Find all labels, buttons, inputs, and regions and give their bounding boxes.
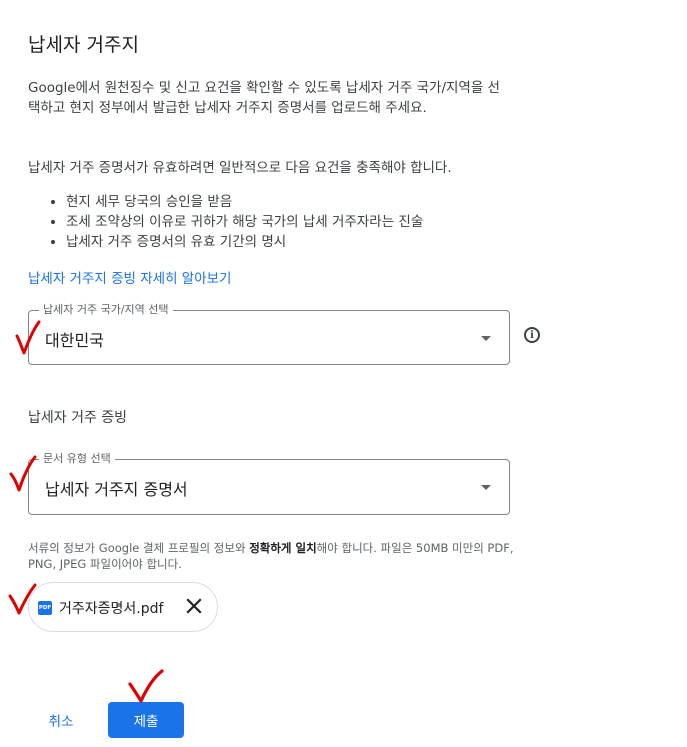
country-select-value: 대한민국 (45, 331, 104, 350)
document-type-label: 문서 유형 선택 (39, 451, 115, 467)
file-name: 거주자증명서.pdf (59, 601, 164, 617)
file-requirements-note: 서류의 정보가 Google 결제 프로필의 정보와 정확하게 일치해야 합니다… (28, 540, 518, 572)
document-type-select[interactable]: 문서 유형 선택 납세자 거주지 증명서 (28, 451, 510, 515)
document-type-value: 납세자 거주지 증명서 (45, 480, 188, 499)
learn-more-link[interactable]: 납세자 거주지 증빙 자세히 알아보기 (28, 267, 231, 287)
requirement-item: 납세자 거주 증명서의 유효 기간의 명시 (66, 232, 423, 252)
proof-section-title: 납세자 거주 증빙 (28, 410, 128, 426)
country-select-label: 납세자 거주 국가/지역 선택 (39, 302, 173, 318)
info-icon[interactable]: i (524, 327, 540, 343)
dropdown-arrow-icon (481, 335, 491, 341)
country-select[interactable]: 납세자 거주 국가/지역 선택 대한민국 (28, 302, 510, 365)
close-icon[interactable] (184, 596, 204, 616)
intro-text: Google에서 원천징수 및 신고 요건을 확인할 수 있도록 납세자 거주 … (28, 80, 500, 116)
check-mark-annotation (128, 669, 164, 703)
requirements-list: 현지 세무 당국의 승인을 받음 조세 조약상의 이유로 귀하가 해당 국가의 … (48, 192, 423, 252)
note-prefix: 서류의 정보가 Google 결제 프로필의 정보와 (28, 541, 250, 555)
requirements-intro: 납세자 거주 증명서가 유효하려면 일반적으로 다음 요건을 충족해야 합니다. (28, 160, 452, 176)
pdf-file-icon: PDF (38, 601, 52, 615)
note-emphasis: 정확하게 일치 (249, 541, 317, 555)
submit-button[interactable]: 제출 (108, 702, 184, 738)
requirement-item: 조세 조약상의 이유로 귀하가 해당 국가의 납세 거주자라는 진술 (66, 212, 423, 232)
requirement-item: 현지 세무 당국의 승인을 받음 (66, 192, 423, 212)
dropdown-arrow-icon (481, 485, 491, 490)
cancel-button[interactable]: 취소 (38, 702, 84, 738)
dialog-title: 납세자 거주지 (28, 34, 139, 56)
uploaded-file-chip: PDF 거주자증명서.pdf (28, 582, 218, 632)
